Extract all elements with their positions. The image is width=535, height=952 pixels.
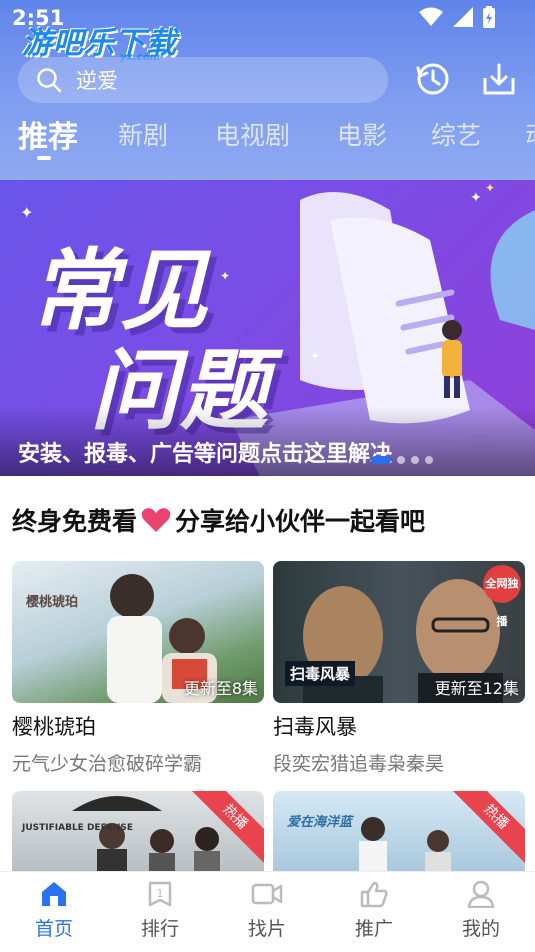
carousel-dot-active[interactable] [371, 456, 391, 464]
search-icon [37, 68, 62, 93]
status-icons [419, 6, 495, 28]
poster-title: 樱桃琥珀 [26, 595, 79, 610]
drama-title: 樱桃琥珀 [12, 715, 96, 739]
drama-poster: 爱在海洋蓝 热播 [273, 791, 525, 871]
poster-title: JUSTIFIABLE DEFENSE [22, 823, 134, 833]
signal-icon [453, 7, 473, 27]
drama-poster: 樱桃琥珀 更新至8集 [12, 561, 264, 703]
nav-label: 首页 [34, 918, 73, 940]
episode-badge: 更新至12集 [434, 679, 519, 698]
tab-recommend[interactable]: 推荐 [18, 112, 78, 156]
carousel-dot[interactable] [411, 456, 419, 464]
svg-text:✦: ✦ [470, 190, 482, 206]
share-banner[interactable]: 终身免费看 分享给小伙伴一起看吧 [12, 502, 425, 538]
share-text-left: 终身免费看 [12, 507, 138, 536]
drama-desc: 元气少女治愈破碎学霸 [12, 753, 203, 775]
svg-text:✦: ✦ [220, 269, 230, 283]
nav-label: 我的 [461, 918, 500, 940]
video-icon [251, 883, 283, 905]
drama-card[interactable]: 樱桃琥珀 更新至8集 樱桃琥珀 元气少女治愈破碎学霸 [12, 561, 264, 776]
history-icon[interactable] [414, 60, 452, 98]
heart-icon [141, 508, 171, 532]
drama-card[interactable]: 扫毒风暴 全网独播 更新至12集 扫毒风暴 段奕宏猎追毒枭秦昊 [273, 561, 525, 776]
drama-desc: 段奕宏猎追毒枭秦昊 [273, 753, 445, 775]
category-tabs: 推荐 新剧 电视剧 电影 综艺 动 [0, 116, 535, 166]
drama-title: 扫毒风暴 [273, 715, 357, 739]
search-input[interactable]: 逆爱 [76, 65, 118, 95]
download-icon[interactable] [480, 60, 518, 98]
banner-faq[interactable]: ✦ ✦ ✦ ✦ ✦ 常见 问题 安装、报毒、广告等问题点击这里解决 [0, 180, 535, 476]
tab-underline [37, 156, 51, 160]
share-text-right: 分享给小伙伴一起看吧 [175, 507, 426, 536]
ranking-icon: 1 [148, 881, 172, 907]
battery-icon [483, 6, 495, 28]
svg-text:✦: ✦ [485, 181, 495, 195]
nav-label: 排行 [140, 918, 179, 940]
nav-mine[interactable]: 我的 [441, 880, 521, 941]
user-icon [467, 880, 495, 908]
carousel-dot[interactable] [425, 456, 433, 464]
episode-badge: 更新至8集 [183, 679, 258, 698]
search-bar[interactable]: 逆爱 [18, 57, 388, 103]
nav-label: 推广 [354, 918, 393, 940]
poster-title: 扫毒风暴 [285, 661, 356, 686]
exclusive-badge: 全网独播 [483, 565, 521, 628]
nav-promote[interactable]: 推广 [334, 880, 414, 941]
nav-ranking[interactable]: 1 排行 [120, 880, 200, 941]
carousel-dots [371, 456, 433, 464]
drama-poster: JUSTIFIABLE DEFENSE 热播 [12, 791, 264, 871]
tab-anime[interactable]: 动 [525, 116, 535, 152]
svg-text:1: 1 [157, 887, 164, 900]
home-icon [42, 882, 66, 906]
nav-home[interactable]: 首页 [14, 880, 94, 941]
header: 2:51 游吧乐下载 yx.com 逆爱 推荐 新剧 电视剧 电影 综艺 动 [0, 0, 535, 180]
svg-text:✦: ✦ [310, 349, 320, 363]
wifi-icon [419, 7, 443, 26]
tab-tv-series[interactable]: 电视剧 [215, 116, 290, 152]
nav-find-video[interactable]: 找片 [227, 880, 307, 941]
drama-poster: 扫毒风暴 全网独播 更新至12集 [273, 561, 525, 703]
drama-card[interactable]: 爱在海洋蓝 热播 [273, 791, 525, 871]
thumb-up-icon [360, 881, 388, 908]
carousel-dot[interactable] [397, 456, 405, 464]
tab-movie[interactable]: 电影 [337, 116, 387, 152]
nav-label: 找片 [247, 918, 286, 940]
tab-variety[interactable]: 综艺 [431, 116, 481, 152]
poster-title: 爱在海洋蓝 [287, 815, 353, 830]
tab-new-drama[interactable]: 新剧 [118, 116, 168, 152]
bottom-nav: 首页 1 排行 找片 推广 我的 [0, 871, 535, 952]
banner-caption: 安装、报毒、广告等问题点击这里解决 [18, 442, 393, 467]
drama-card[interactable]: JUSTIFIABLE DEFENSE 热播 [12, 791, 264, 871]
